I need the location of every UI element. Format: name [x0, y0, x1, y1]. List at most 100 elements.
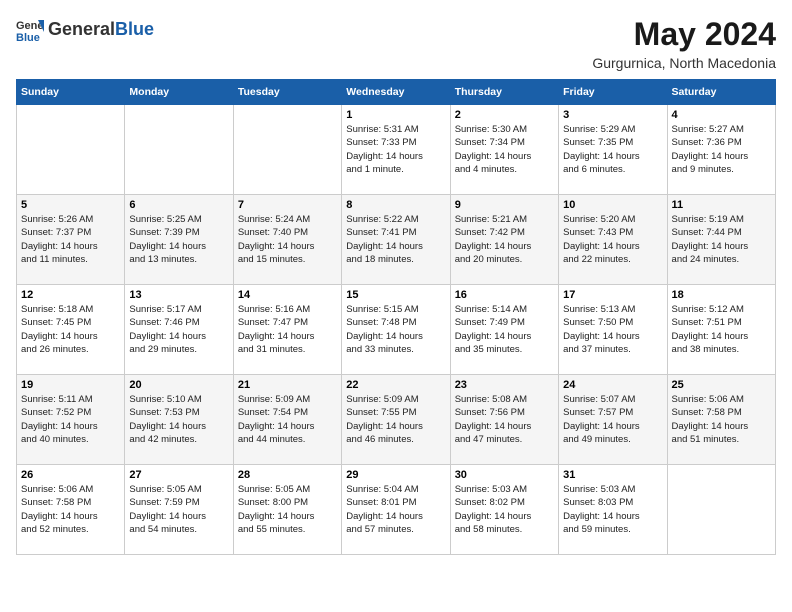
week-row-4: 19 Sunrise: 5:11 AMSunset: 7:52 PMDayligh… — [17, 375, 776, 465]
calendar-cell: 8 Sunrise: 5:22 AMSunset: 7:41 PMDaylight… — [342, 195, 450, 285]
calendar-cell: 12 Sunrise: 5:18 AMSunset: 7:45 PMDayligh… — [17, 285, 125, 375]
day-info: Sunrise: 5:05 AMSunset: 8:00 PMDaylight:… — [238, 483, 337, 536]
day-number: 11 — [672, 199, 771, 211]
header-row: SundayMondayTuesdayWednesdayThursdayFrid… — [17, 80, 776, 105]
calendar-cell: 29Sunrise: 5:04 AMSunset: 8:01 PMDayligh… — [342, 465, 450, 555]
calendar-subtitle: Gurgurnica, North Macedonia — [592, 55, 776, 71]
day-info: Sunrise: 5:05 AMSunset: 7:59 PMDaylight:… — [129, 483, 228, 536]
day-header-sunday: Sunday — [17, 80, 125, 105]
calendar-cell: 11 Sunrise: 5:19 AMSunset: 7:44 PMDayligh… — [667, 195, 775, 285]
calendar-cell: 13 Sunrise: 5:17 AMSunset: 7:46 PMDayligh… — [125, 285, 233, 375]
day-header-tuesday: Tuesday — [233, 80, 341, 105]
day-number: 10 — [563, 199, 662, 211]
day-info: Sunrise: 5:18 AMSunset: 7:45 PMDaylight:… — [21, 303, 120, 356]
day-number: 12 — [21, 289, 120, 301]
day-info: Sunrise: 5:03 AMSunset: 8:03 PMDaylight:… — [563, 483, 662, 536]
calendar-cell — [125, 105, 233, 195]
calendar-cell: 18Sunrise: 5:12 AMSunset: 7:51 PMDayligh… — [667, 285, 775, 375]
week-row-5: 26 Sunrise: 5:06 AMSunset: 7:58 PMDayligh… — [17, 465, 776, 555]
day-info: Sunrise: 5:04 AMSunset: 8:01 PMDaylight:… — [346, 483, 445, 536]
day-info: Sunrise: 5:07 AMSunset: 7:57 PMDaylight:… — [563, 393, 662, 446]
calendar-cell: 2Sunrise: 5:30 AMSunset: 7:34 PMDaylight… — [450, 105, 558, 195]
header: General Blue GeneralBlue May 2024 Gurgur… — [16, 16, 776, 71]
calendar-cell: 4Sunrise: 5:27 AMSunset: 7:36 PMDaylight… — [667, 105, 775, 195]
day-info: Sunrise: 5:14 AMSunset: 7:49 PMDaylight:… — [455, 303, 554, 356]
calendar-cell: 19 Sunrise: 5:11 AMSunset: 7:52 PMDayligh… — [17, 375, 125, 465]
day-number: 17 — [563, 289, 662, 301]
calendar-cell — [667, 465, 775, 555]
day-number: 19 — [21, 379, 120, 391]
day-number: 14 — [238, 289, 337, 301]
day-header-thursday: Thursday — [450, 80, 558, 105]
day-number: 8 — [346, 199, 445, 211]
day-number: 20 — [129, 379, 228, 391]
logo-blue-text: Blue — [115, 19, 154, 39]
day-number: 7 — [238, 199, 337, 211]
calendar-cell: 26 Sunrise: 5:06 AMSunset: 7:58 PMDayligh… — [17, 465, 125, 555]
calendar-cell: 3Sunrise: 5:29 AMSunset: 7:35 PMDaylight… — [559, 105, 667, 195]
calendar-cell: 14 Sunrise: 5:16 AMSunset: 7:47 PMDayligh… — [233, 285, 341, 375]
calendar-cell: 22 Sunrise: 5:09 AMSunset: 7:55 PMDayligh… — [342, 375, 450, 465]
day-number: 27 — [129, 469, 228, 481]
calendar-cell: 10 Sunrise: 5:20 AMSunset: 7:43 PMDayligh… — [559, 195, 667, 285]
day-info: Sunrise: 5:11 AMSunset: 7:52 PMDaylight:… — [21, 393, 120, 446]
calendar-cell: 30Sunrise: 5:03 AMSunset: 8:02 PMDayligh… — [450, 465, 558, 555]
day-number: 26 — [21, 469, 120, 481]
day-number: 13 — [129, 289, 228, 301]
logo-general-text: General — [48, 19, 115, 39]
day-header-saturday: Saturday — [667, 80, 775, 105]
logo: General Blue GeneralBlue — [16, 16, 154, 44]
calendar-cell: 28Sunrise: 5:05 AMSunset: 8:00 PMDayligh… — [233, 465, 341, 555]
day-info: Sunrise: 5:22 AMSunset: 7:41 PMDaylight:… — [346, 213, 445, 266]
day-info: Sunrise: 5:06 AMSunset: 7:58 PMDaylight:… — [21, 483, 120, 536]
day-number: 21 — [238, 379, 337, 391]
logo-icon: General Blue — [16, 16, 44, 44]
day-info: Sunrise: 5:27 AMSunset: 7:36 PMDaylight:… — [672, 123, 771, 176]
day-info: Sunrise: 5:20 AMSunset: 7:43 PMDaylight:… — [563, 213, 662, 266]
week-row-1: 1 Sunrise: 5:31 AMSunset: 7:33 PMDaylight… — [17, 105, 776, 195]
day-number: 31 — [563, 469, 662, 481]
day-number: 1 — [346, 109, 445, 121]
day-header-wednesday: Wednesday — [342, 80, 450, 105]
calendar-table: SundayMondayTuesdayWednesdayThursdayFrid… — [16, 79, 776, 555]
title-area: May 2024 Gurgurnica, North Macedonia — [592, 16, 776, 71]
day-info: Sunrise: 5:08 AMSunset: 7:56 PMDaylight:… — [455, 393, 554, 446]
day-info: Sunrise: 5:13 AMSunset: 7:50 PMDaylight:… — [563, 303, 662, 356]
calendar-cell: 31 Sunrise: 5:03 AMSunset: 8:03 PMDayligh… — [559, 465, 667, 555]
calendar-cell: 21 Sunrise: 5:09 AMSunset: 7:54 PMDayligh… — [233, 375, 341, 465]
day-number: 22 — [346, 379, 445, 391]
day-number: 25 — [672, 379, 771, 391]
day-info: Sunrise: 5:09 AMSunset: 7:55 PMDaylight:… — [346, 393, 445, 446]
calendar-title: May 2024 — [592, 16, 776, 53]
day-info: Sunrise: 5:12 AMSunset: 7:51 PMDaylight:… — [672, 303, 771, 356]
svg-text:Blue: Blue — [16, 32, 40, 44]
day-number: 2 — [455, 109, 554, 121]
week-row-2: 5 Sunrise: 5:26 AMSunset: 7:37 PMDaylight… — [17, 195, 776, 285]
calendar-cell: 24Sunrise: 5:07 AMSunset: 7:57 PMDayligh… — [559, 375, 667, 465]
day-info: Sunrise: 5:15 AMSunset: 7:48 PMDaylight:… — [346, 303, 445, 356]
day-header-friday: Friday — [559, 80, 667, 105]
calendar-cell: 15Sunrise: 5:15 AMSunset: 7:48 PMDayligh… — [342, 285, 450, 375]
calendar-cell: 6Sunrise: 5:25 AMSunset: 7:39 PMDaylight… — [125, 195, 233, 285]
day-info: Sunrise: 5:16 AMSunset: 7:47 PMDaylight:… — [238, 303, 337, 356]
calendar-cell: 7Sunrise: 5:24 AMSunset: 7:40 PMDaylight… — [233, 195, 341, 285]
day-number: 9 — [455, 199, 554, 211]
day-info: Sunrise: 5:10 AMSunset: 7:53 PMDaylight:… — [129, 393, 228, 446]
day-info: Sunrise: 5:25 AMSunset: 7:39 PMDaylight:… — [129, 213, 228, 266]
calendar-cell: 1 Sunrise: 5:31 AMSunset: 7:33 PMDaylight… — [342, 105, 450, 195]
calendar-cell: 5 Sunrise: 5:26 AMSunset: 7:37 PMDaylight… — [17, 195, 125, 285]
calendar-cell: 27 Sunrise: 5:05 AMSunset: 7:59 PMDayligh… — [125, 465, 233, 555]
day-info: Sunrise: 5:06 AMSunset: 7:58 PMDaylight:… — [672, 393, 771, 446]
day-number: 16 — [455, 289, 554, 301]
day-number: 30 — [455, 469, 554, 481]
day-info: Sunrise: 5:21 AMSunset: 7:42 PMDaylight:… — [455, 213, 554, 266]
day-info: Sunrise: 5:31 AMSunset: 7:33 PMDaylight:… — [346, 123, 445, 176]
day-number: 5 — [21, 199, 120, 211]
day-number: 23 — [455, 379, 554, 391]
day-info: Sunrise: 5:17 AMSunset: 7:46 PMDaylight:… — [129, 303, 228, 356]
calendar-cell: 9 Sunrise: 5:21 AMSunset: 7:42 PMDaylight… — [450, 195, 558, 285]
calendar-cell: 23 Sunrise: 5:08 AMSunset: 7:56 PMDayligh… — [450, 375, 558, 465]
day-info: Sunrise: 5:26 AMSunset: 7:37 PMDaylight:… — [21, 213, 120, 266]
day-info: Sunrise: 5:19 AMSunset: 7:44 PMDaylight:… — [672, 213, 771, 266]
day-info: Sunrise: 5:09 AMSunset: 7:54 PMDaylight:… — [238, 393, 337, 446]
